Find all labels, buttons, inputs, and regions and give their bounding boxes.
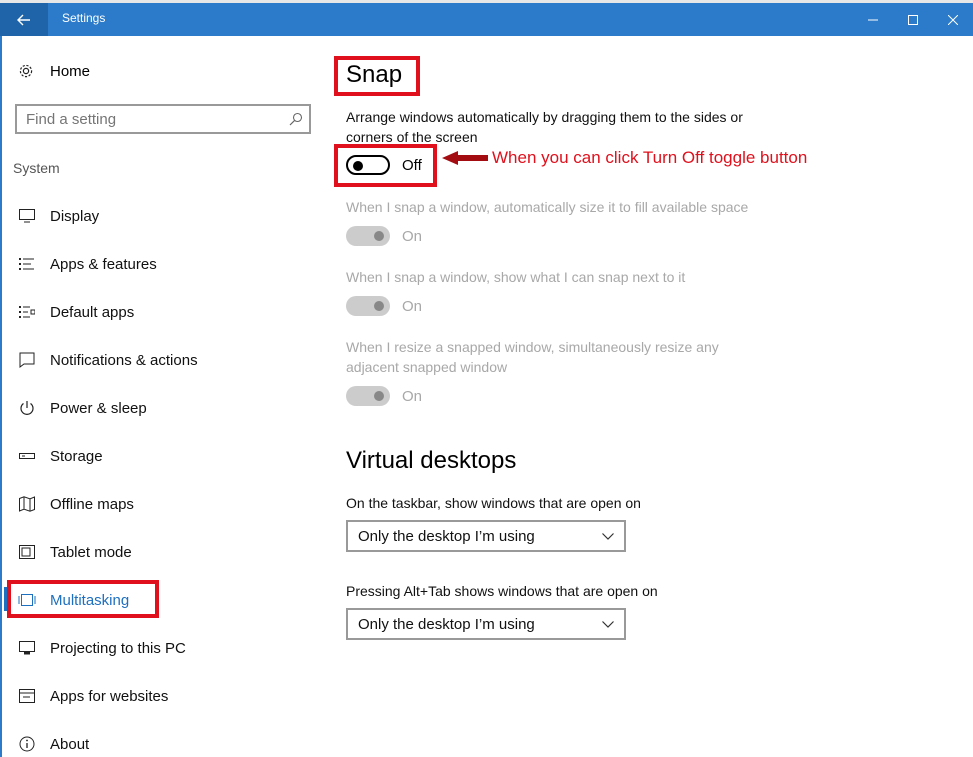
- title-bar: Settings: [0, 0, 973, 36]
- monitor-icon: [18, 207, 36, 225]
- power-icon: [18, 399, 36, 417]
- snap-option-fill-state: On: [402, 228, 423, 245]
- sidebar-item-apps-websites[interactable]: Apps for websites: [18, 683, 168, 709]
- sidebar-item-label: Projecting to this PC: [50, 639, 186, 657]
- annotation-text: When you can click Turn Off toggle butto…: [492, 148, 808, 167]
- toggle-knob: [374, 301, 384, 311]
- highlight-multitasking: [7, 580, 159, 618]
- snap-option-resize-state: On: [402, 388, 423, 405]
- sidebar-item-label: Offline maps: [50, 495, 134, 513]
- map-icon: [18, 495, 36, 513]
- sidebar-item-apps-features[interactable]: Apps & features: [18, 251, 157, 277]
- sidebar-item-storage[interactable]: Storage: [18, 443, 103, 469]
- info-icon: [18, 735, 36, 753]
- sidebar-item-offline-maps[interactable]: Offline maps: [18, 491, 134, 517]
- maximize-icon: [908, 14, 918, 25]
- snap-option-fill-label: When I snap a window, automatically size…: [346, 199, 749, 215]
- window-title: Settings: [62, 11, 106, 25]
- close-icon: [948, 14, 958, 25]
- toggle-knob: [374, 391, 384, 401]
- highlight-snap-toggle: [334, 144, 437, 187]
- home-link[interactable]: Home: [17, 62, 90, 80]
- snap-description: Arrange windows automatically by draggin…: [346, 107, 786, 147]
- snap-option-resize-label: When I resize a snapped window, simultan…: [346, 337, 786, 377]
- list-icon: [18, 255, 36, 273]
- close-button[interactable]: [930, 3, 973, 36]
- sidebar-item-display[interactable]: Display: [18, 203, 99, 229]
- sidebar-item-tablet-mode[interactable]: Tablet mode: [18, 539, 132, 565]
- notification-icon: [18, 351, 36, 369]
- sidebar-item-projecting[interactable]: Projecting to this PC: [18, 635, 186, 661]
- toggle-knob: [374, 231, 384, 241]
- sidebar-item-default-apps[interactable]: Default apps: [18, 299, 134, 325]
- virtual-desktops-heading: Virtual desktops: [346, 447, 517, 474]
- snap-description-line1: Arrange windows automatically by draggin…: [346, 109, 743, 125]
- minimize-icon: [868, 19, 878, 20]
- sidebar: Home System Display Apps & features Defa…: [2, 36, 320, 757]
- sidebar-item-about[interactable]: About: [18, 731, 89, 757]
- taskbar-dropdown-value: Only the desktop I’m using: [358, 528, 535, 545]
- search-icon: [289, 112, 303, 126]
- apps-websites-icon: [18, 687, 36, 705]
- alttab-label: Pressing Alt+Tab shows windows that are …: [346, 583, 658, 599]
- sidebar-item-label: Apps & features: [50, 255, 157, 273]
- alttab-dropdown-value: Only the desktop I’m using: [358, 616, 535, 633]
- search-input[interactable]: [26, 111, 276, 128]
- snap-option-show-label: When I snap a window, show what I can sn…: [346, 269, 686, 285]
- taskbar-dropdown[interactable]: Only the desktop I’m using: [346, 520, 626, 552]
- section-label-system: System: [13, 160, 60, 176]
- chevron-down-icon: [602, 533, 614, 540]
- annotation-arrow-icon: [442, 151, 488, 165]
- sidebar-item-label: About: [50, 735, 90, 753]
- back-arrow-icon: [17, 14, 30, 25]
- alttab-dropdown[interactable]: Only the desktop I’m using: [346, 608, 626, 640]
- sidebar-item-power-sleep[interactable]: Power & sleep: [18, 395, 147, 421]
- projecting-icon: [18, 639, 36, 657]
- snap-option-resize-line2: adjacent snapped window: [346, 359, 508, 375]
- sidebar-item-label: Storage: [50, 447, 103, 465]
- sidebar-item-label: Notifications & actions: [50, 351, 198, 369]
- snap-option-fill-toggle: [346, 226, 390, 246]
- default-apps-icon: [18, 303, 36, 321]
- highlight-snap-heading: [334, 56, 420, 96]
- sidebar-item-label: Display: [50, 207, 100, 225]
- snap-option-resize-toggle: [346, 386, 390, 406]
- top-strip: [0, 0, 973, 3]
- snap-option-show-toggle: [346, 296, 390, 316]
- sidebar-item-label: Tablet mode: [50, 543, 132, 561]
- chevron-down-icon: [602, 621, 614, 628]
- sidebar-item-label: Apps for websites: [50, 687, 169, 705]
- taskbar-label: On the taskbar, show windows that are op…: [346, 495, 641, 511]
- sidebar-item-label: Default apps: [50, 303, 135, 321]
- home-label: Home: [50, 62, 91, 80]
- tablet-icon: [18, 543, 36, 561]
- snap-option-resize-line1: When I resize a snapped window, simultan…: [346, 339, 719, 355]
- storage-icon: [18, 447, 36, 465]
- gear-icon: [17, 62, 35, 80]
- back-button[interactable]: [0, 3, 48, 36]
- sidebar-item-notifications[interactable]: Notifications & actions: [18, 347, 198, 373]
- sidebar-item-label: Power & sleep: [50, 399, 147, 417]
- search-box[interactable]: [15, 104, 311, 134]
- snap-option-show-state: On: [402, 298, 423, 315]
